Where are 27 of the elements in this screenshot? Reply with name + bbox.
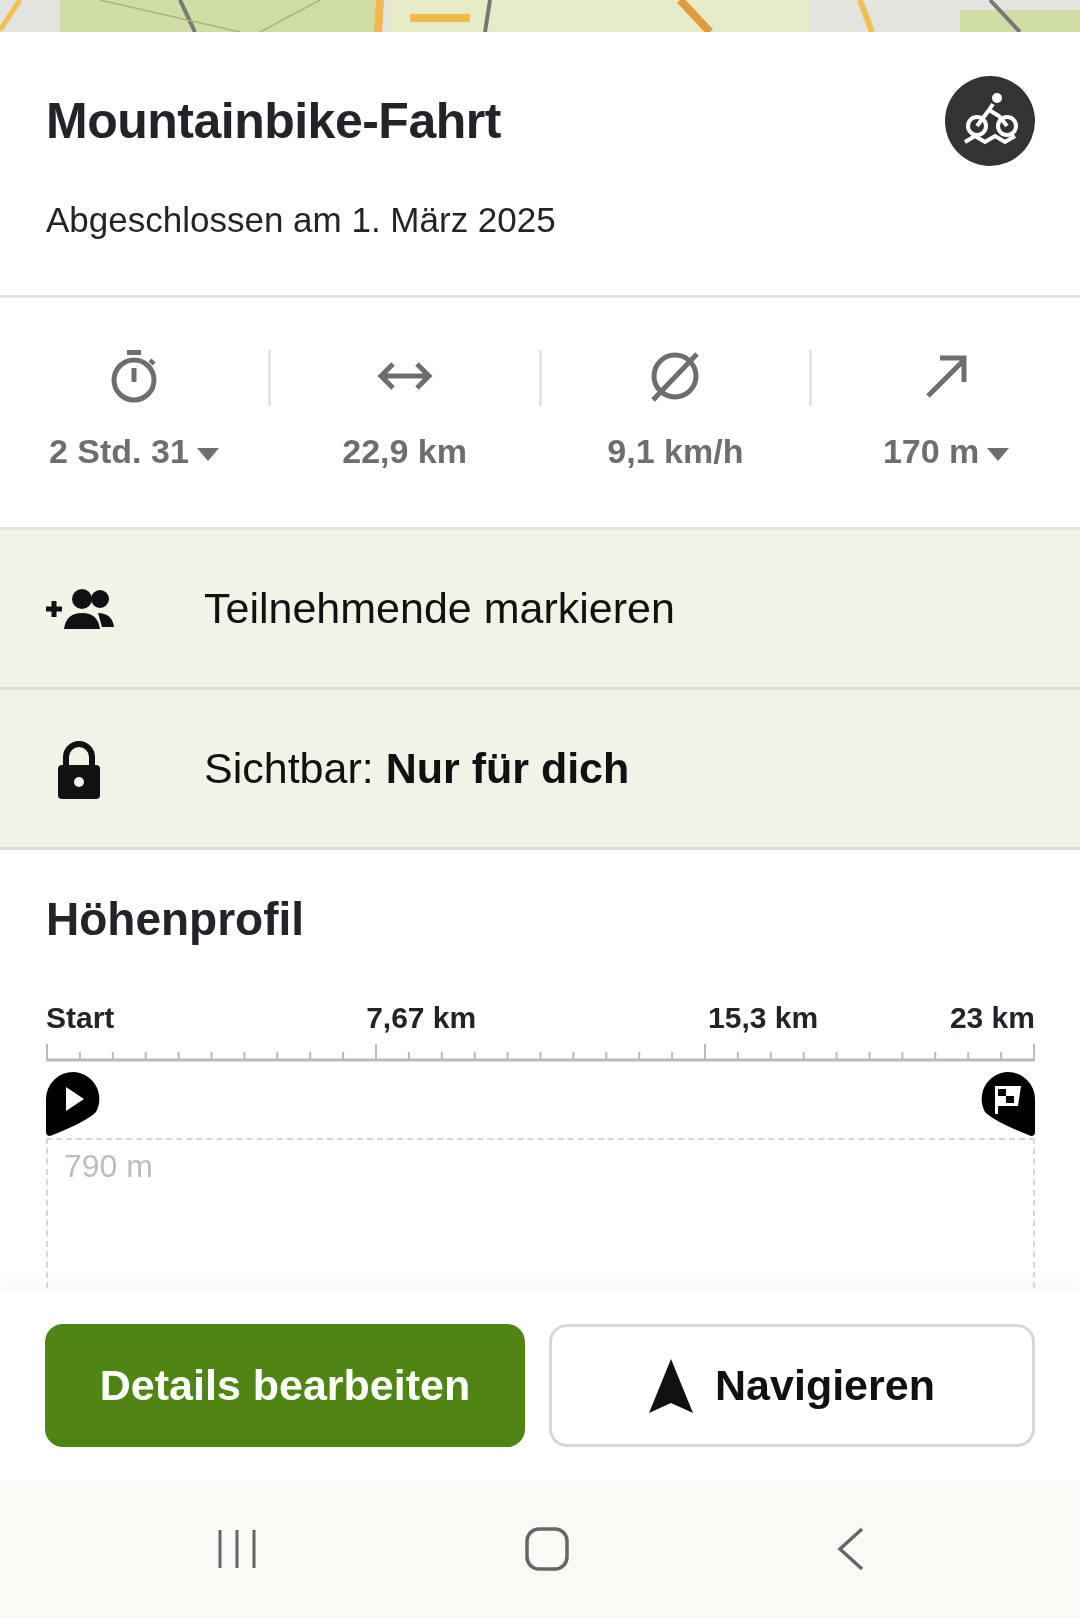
stat-value: 9,1 km/h <box>607 431 744 472</box>
axis-label: 23 km <box>949 1000 1035 1037</box>
action-label: Sichtbar: Nur für dich <box>204 743 630 795</box>
dropdown-icon[interactable] <box>196 447 219 462</box>
finish-flag-marker-icon <box>981 1072 1035 1137</box>
home-icon[interactable] <box>525 1527 569 1571</box>
action-row[interactable]: Teilnehmende markieren <box>0 530 1080 690</box>
action-row[interactable]: Sichtbar: Nur für dich <box>0 690 1080 850</box>
navigate-button[interactable]: Navigieren <box>549 1324 1035 1447</box>
stat-value: 170 m <box>882 431 980 472</box>
action-label: Teilnehmende markieren <box>204 583 675 635</box>
start-marker-icon <box>46 1072 100 1137</box>
back-icon[interactable] <box>836 1527 864 1571</box>
bike-icon <box>945 76 1035 166</box>
axis-label: 7,67 km <box>366 1000 477 1037</box>
axis-label: Start <box>46 1000 115 1037</box>
dropdown-icon[interactable] <box>987 447 1010 462</box>
elevation-label: 790 m <box>64 1148 153 1185</box>
section-heading: Höhenprofil <box>46 892 306 947</box>
stat-value: 2 Std. 31 <box>48 431 189 472</box>
recent-apps-icon[interactable] <box>216 1528 258 1570</box>
completion-date: Abgeschlossen am 1. März 2025 <box>46 199 557 241</box>
axis-label: 15,3 km <box>708 1000 819 1037</box>
stat-value: 22,9 km <box>342 431 467 472</box>
activity-title: Mountainbike-Fahrt <box>46 92 501 151</box>
edit-details-button[interactable]: Details bearbeiten <box>45 1324 525 1447</box>
navigation-arrow-icon <box>649 1358 694 1413</box>
